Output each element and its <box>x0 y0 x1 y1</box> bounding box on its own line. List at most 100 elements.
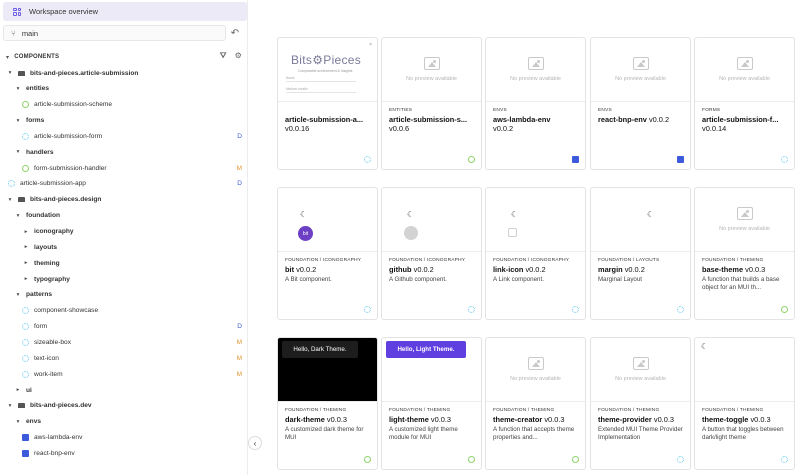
tree-item[interactable]: ▾ patterns <box>0 288 247 302</box>
component-card[interactable]: No preview available FOUNDATION / THEMING… <box>485 337 586 470</box>
status-badge: M <box>236 354 242 362</box>
tree-item-label: article-submission-scheme <box>34 101 113 109</box>
caret-down-icon[interactable]: ▾ <box>6 70 14 76</box>
card-title: link-icon v0.0.2 <box>493 265 583 274</box>
component-card[interactable]: ☾ FOUNDATION / THEMING theme-toggle v0.0.3… <box>694 337 795 470</box>
component-card[interactable]: Hello, Dark Theme. FOUNDATION / THEMING da… <box>277 337 378 470</box>
card-namespace: FOUNDATION / THEMING <box>702 408 764 413</box>
tree-item[interactable]: text-icon M <box>0 351 247 365</box>
card-namespace: ENVS <box>598 108 612 113</box>
caret-down-icon[interactable]: ▾ <box>14 292 22 298</box>
filter-icon[interactable]: ⛛ <box>220 51 227 61</box>
caret-down-icon[interactable]: ▾ <box>14 149 22 155</box>
tree-item[interactable]: ▸ ui <box>0 383 247 397</box>
card-namespace: FORMS <box>702 108 721 113</box>
react-env-icon <box>364 156 371 163</box>
react-env-icon <box>22 354 29 362</box>
components-header[interactable]: ▾ COMPONENTS ⛛ ⚙ <box>0 51 247 63</box>
tree-item[interactable]: ▸ layouts <box>0 240 247 254</box>
lane-selector[interactable]: ⑂ main <box>3 25 226 41</box>
tree-item-label: article-submission-form <box>34 132 103 140</box>
component-card[interactable]: No preview available ENTITIES article-subm… <box>381 37 482 170</box>
card-version: v0.0.2 <box>493 124 514 133</box>
component-card[interactable]: × Bits⚙Pieces Comparable achievement & Ins… <box>277 37 378 170</box>
card-namespace: ENVS <box>493 108 507 113</box>
tree-item[interactable]: ▾ bits-and-pieces.article-submission <box>0 66 247 80</box>
caret-right-icon[interactable]: ▸ <box>14 387 22 393</box>
card-version: v0.0.2 <box>648 115 670 124</box>
caret-down-icon[interactable]: ▾ <box>14 213 22 219</box>
caret-down-icon[interactable]: ▾ <box>6 403 14 409</box>
tree-item[interactable]: form-submission-handler M <box>0 161 247 175</box>
tree-item[interactable]: aws-lambda-env <box>0 431 247 445</box>
card-version: v0.0.3 <box>653 415 675 424</box>
image-placeholder-icon <box>632 57 649 70</box>
caret-down-icon[interactable]: ▾ <box>14 419 22 425</box>
component-card[interactable]: No preview available FORMS article-submiss… <box>694 37 795 170</box>
settings-icon[interactable]: ⚙ <box>235 51 242 61</box>
tree-item[interactable]: article-submission-form D <box>0 129 247 143</box>
tree-item[interactable]: ▾ entities <box>0 82 247 96</box>
puzzle-icon <box>22 449 29 457</box>
chevron-left-icon[interactable]: ‹ <box>248 436 262 450</box>
caret-right-icon[interactable]: ▸ <box>22 276 30 282</box>
grid-icon <box>13 7 21 16</box>
component-card[interactable]: ☾ bit FOUNDATION / ICONOGRAPHY bit v0.0.2 A … <box>277 187 378 320</box>
component-card[interactable]: No preview available FOUNDATION / THEMING… <box>590 337 691 470</box>
caret-right-icon[interactable]: ▸ <box>22 260 30 266</box>
card-preview: No preview available <box>486 38 585 102</box>
component-card[interactable]: ☾ FOUNDATION / ICONOGRAPHY link-icon v0.0.… <box>485 187 586 320</box>
component-card[interactable]: Hello, Light Theme. FOUNDATION / THEMING l… <box>381 337 482 470</box>
component-card[interactable]: ☾ FOUNDATION / ICONOGRAPHY github v0.0.2 A … <box>381 187 482 320</box>
tree-item[interactable]: ▾ handlers <box>0 145 247 159</box>
tree-item[interactable]: ▸ typography <box>0 272 247 286</box>
puzzle-icon <box>677 156 684 163</box>
tree-item-label: handlers <box>26 148 54 156</box>
workspace-app: Workspace overview ⑂ main ↶ ▾ COMPONENTS… <box>0 0 800 475</box>
tree-item[interactable]: ▸ iconography <box>0 225 247 239</box>
tree-item-label: entities <box>26 85 50 93</box>
caret-down-icon[interactable]: ▾ <box>6 197 14 203</box>
tree-item[interactable]: sizeable-box M <box>0 335 247 349</box>
no-preview-text: No preview available <box>615 76 666 82</box>
component-card[interactable]: No preview available ENVS aws-lambda-env v0… <box>485 37 586 170</box>
card-component-name: theme-provider <box>598 415 652 424</box>
component-card[interactable]: No preview available FOUNDATION / THEMING… <box>694 187 795 320</box>
node-env-icon <box>468 456 475 463</box>
caret-down-icon[interactable]: ▾ <box>14 86 22 92</box>
tree-item-label: article-submission-app <box>20 180 86 188</box>
tree-item[interactable]: react-bnp-env <box>0 446 247 460</box>
component-card[interactable]: No preview available ENVS react-bnp-env v0… <box>590 37 691 170</box>
components-header-label: COMPONENTS <box>14 54 60 60</box>
tree-item[interactable]: work-item M <box>0 367 247 381</box>
react-env-icon <box>22 338 29 346</box>
tree-item-label: typography <box>34 275 70 283</box>
tree-item[interactable]: ▾ bits-and-pieces.design <box>0 193 247 207</box>
tree-item[interactable]: ▾ forms <box>0 114 247 128</box>
caret-down-icon[interactable]: ▾ <box>14 118 22 124</box>
card-preview: ☾ <box>382 188 481 252</box>
undo-icon[interactable]: ↶ <box>226 28 244 39</box>
card-namespace: FOUNDATION / ICONOGRAPHY <box>389 258 466 263</box>
tree-item[interactable]: ▾ envs <box>0 415 247 429</box>
card-namespace: FOUNDATION / THEMING <box>598 408 660 413</box>
caret-right-icon[interactable]: ▸ <box>22 244 30 250</box>
card-component-name: margin <box>598 265 623 274</box>
no-preview-text: No preview available <box>719 226 770 232</box>
status-badge: D <box>237 180 242 188</box>
tree-item[interactable]: article-submission-scheme <box>0 98 247 112</box>
tree-item[interactable]: article-submission-app D <box>0 177 247 191</box>
tree-item[interactable]: ▾ bits-and-pieces.dev <box>0 399 247 413</box>
moon-icon: ☾ <box>647 210 655 219</box>
image-placeholder-icon <box>423 57 440 70</box>
card-component-name: base-theme <box>702 265 744 274</box>
no-preview-text: No preview available <box>510 376 561 382</box>
card-preview: No preview available <box>486 338 585 402</box>
caret-right-icon[interactable]: ▸ <box>22 229 30 235</box>
workspace-overview-item[interactable]: Workspace overview <box>3 2 247 21</box>
component-card[interactable]: ☾ FOUNDATION / LAYOUTS margin v0.0.2 Margin… <box>590 187 691 320</box>
tree-item[interactable]: form D <box>0 320 247 334</box>
tree-item[interactable]: ▾ foundation <box>0 209 247 223</box>
tree-item[interactable]: ▸ theming <box>0 256 247 270</box>
tree-item[interactable]: component-showcase <box>0 304 247 318</box>
